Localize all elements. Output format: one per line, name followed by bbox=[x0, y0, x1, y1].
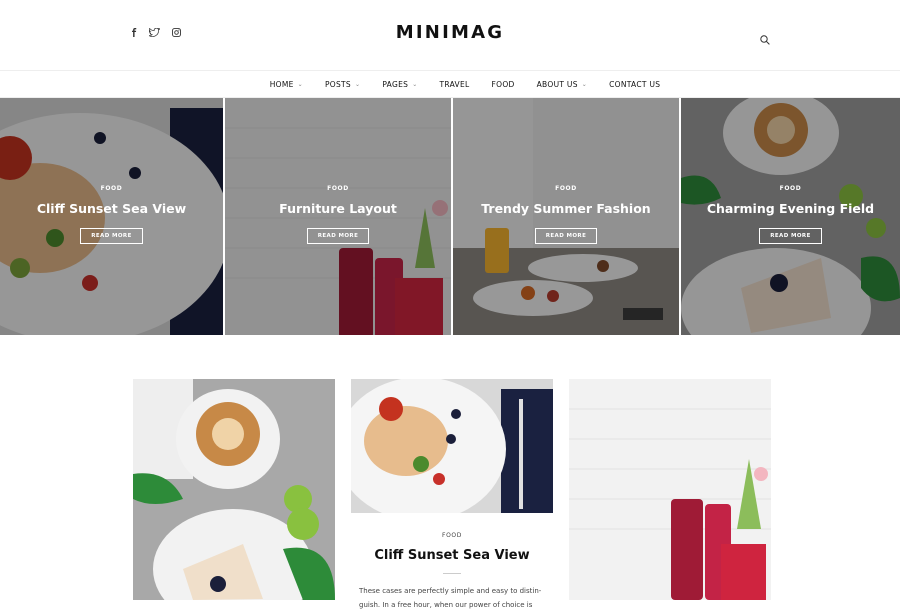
site-header: MINIMAG bbox=[0, 0, 900, 70]
chevron-down-icon: ⌄ bbox=[355, 80, 361, 88]
slide-card[interactable]: FOOD Charming Evening Field READ MORE bbox=[681, 98, 900, 335]
search-icon[interactable] bbox=[760, 30, 770, 49]
slide-title[interactable]: Cliff Sunset Sea View bbox=[0, 201, 223, 216]
nav-label: PAGES bbox=[382, 79, 409, 89]
nav-posts[interactable]: POSTS ⌄ bbox=[325, 80, 360, 89]
chevron-down-icon: ⌄ bbox=[412, 80, 418, 88]
main-navigation: HOME ⌄ POSTS ⌄ PAGES ⌄ TRAVEL FOOD ABOUT US… bbox=[0, 70, 900, 98]
slide-category[interactable]: FOOD bbox=[225, 185, 451, 192]
nav-contact-us[interactable]: CONTACT US bbox=[609, 80, 660, 89]
slide-card[interactable]: FOOD Cliff Sunset Sea View READ MORE bbox=[0, 98, 223, 335]
slide-category[interactable]: FOOD bbox=[453, 185, 679, 192]
read-more-button[interactable]: READ MORE bbox=[306, 228, 370, 244]
post-excerpt: These cases are perfectly simple and eas… bbox=[359, 587, 542, 609]
nav-label: TRAVEL bbox=[439, 79, 470, 89]
post-image bbox=[351, 379, 553, 513]
nav-travel[interactable]: TRAVEL bbox=[440, 80, 470, 89]
slide-title[interactable]: Trendy Summer Fashion bbox=[453, 201, 679, 216]
chevron-down-icon: ⌄ bbox=[297, 80, 303, 88]
read-more-button[interactable]: READ MORE bbox=[534, 228, 598, 244]
post-image bbox=[569, 379, 771, 600]
read-more-button[interactable]: READ MORE bbox=[759, 228, 822, 244]
nav-home[interactable]: HOME ⌄ bbox=[270, 80, 303, 89]
slide-card[interactable]: FOOD Furniture Layout READ MORE bbox=[225, 98, 451, 335]
chevron-down-icon: ⌄ bbox=[581, 80, 588, 88]
slide-category[interactable]: FOOD bbox=[0, 185, 223, 192]
post-image bbox=[133, 379, 335, 600]
nav-label: HOME bbox=[269, 79, 294, 89]
nav-food[interactable]: FOOD bbox=[492, 80, 515, 89]
nav-label: FOOD bbox=[491, 79, 515, 89]
slide-title[interactable]: Furniture Layout bbox=[225, 201, 451, 216]
slide-title[interactable]: Charming Evening Field bbox=[681, 201, 900, 216]
hero-slider: FOOD Cliff Sunset Sea View READ MORE FOO… bbox=[0, 98, 900, 335]
slide-card[interactable]: FOOD Trendy Summer Fashion READ MORE bbox=[453, 98, 679, 335]
nav-label: POSTS bbox=[324, 79, 351, 89]
nav-pages[interactable]: PAGES ⌄ bbox=[382, 80, 417, 89]
post-card-image[interactable] bbox=[351, 379, 553, 513]
slide-category[interactable]: FOOD bbox=[681, 185, 900, 192]
nav-about-us[interactable]: ABOUT US ⌄ bbox=[537, 80, 587, 89]
nav-label: CONTACT US bbox=[609, 79, 661, 89]
read-more-button[interactable]: READ MORE bbox=[80, 228, 143, 244]
post-card-image[interactable] bbox=[133, 379, 335, 600]
post-card-image[interactable] bbox=[569, 379, 771, 600]
post-title[interactable]: Cliff Sunset Sea View bbox=[351, 548, 553, 563]
post-category[interactable]: FOOD bbox=[351, 532, 553, 539]
divider bbox=[443, 573, 461, 574]
nav-label: ABOUT US bbox=[536, 79, 578, 89]
featured-post: FOOD Cliff Sunset Sea View These cases a… bbox=[351, 515, 553, 612]
